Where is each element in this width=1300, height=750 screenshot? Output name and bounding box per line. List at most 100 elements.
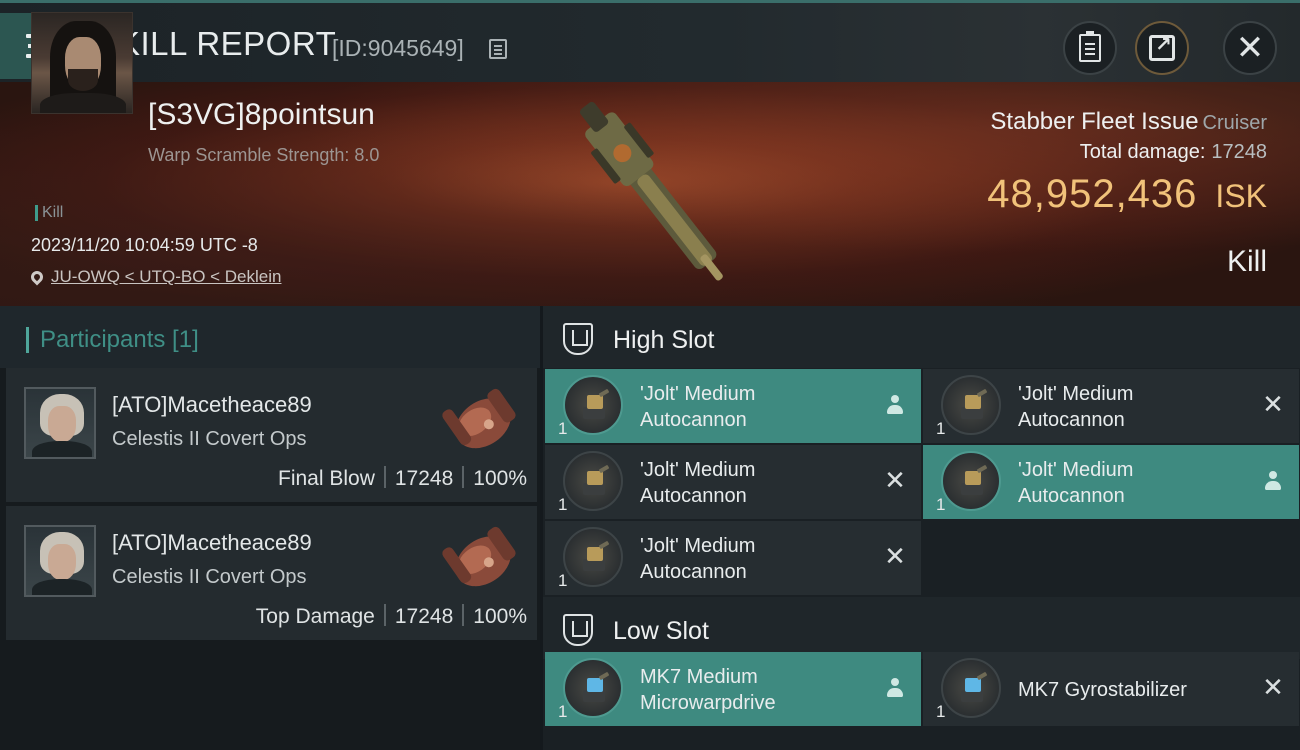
copy-icon[interactable] <box>489 39 507 59</box>
module-name-line1: 'Jolt' Medium <box>640 459 756 481</box>
participant-ship: Celestis II Covert Ops <box>112 428 307 450</box>
ship-name[interactable]: Stabber Fleet Issue <box>990 108 1198 135</box>
module-name: 'Jolt' Medium Autocannon <box>1018 457 1248 509</box>
module-name-line1: MK7 Gyrostabilizer <box>1018 679 1187 701</box>
high-slot-icon <box>563 323 593 355</box>
page-title: KILL REPORT <box>118 25 337 62</box>
person-icon <box>886 678 904 698</box>
location-row[interactable]: JU-OWQ < UTQ-BO < Deklein <box>28 267 281 287</box>
low-slot-header: Low Slot <box>543 597 1300 659</box>
module-icon <box>563 375 623 435</box>
module-name-line2: Autocannon <box>1018 485 1125 507</box>
fitting-panel: High Slot 1 'Jolt' Medium Autocannon 1 'Jol… <box>543 306 1300 750</box>
module-quantity: 1 <box>936 495 946 514</box>
participant-percent: 100% <box>473 605 527 628</box>
participant-role: Top Damage <box>255 605 375 628</box>
participants-title[interactable]: Participants [1] <box>26 327 199 353</box>
isk-unit: ISK <box>1215 178 1267 214</box>
module-icon <box>941 658 1001 718</box>
ship-name-row[interactable]: Stabber Fleet Issue Cruiser <box>990 108 1267 136</box>
module-status[interactable] <box>883 676 907 700</box>
ship-class: Cruiser <box>1202 112 1267 134</box>
module-name: MK7 Medium Microwarpdrive <box>640 664 870 716</box>
module-status[interactable]: ✕ <box>1261 673 1285 703</box>
module-quantity: 1 <box>936 702 946 721</box>
module-quantity: 1 <box>558 495 568 514</box>
module-name: MK7 Gyrostabilizer <box>1018 677 1248 703</box>
participants-header: Participants [1] <box>0 306 540 368</box>
victim-name[interactable]: [S3VG]8pointsun <box>148 98 375 132</box>
module-slot[interactable]: 1 MK7 Gyrostabilizer ✕ <box>923 652 1299 726</box>
module-icon <box>563 451 623 511</box>
module-slot[interactable]: 1 'Jolt' Medium Autocannon <box>923 445 1299 519</box>
participant-damage: 17248 <box>394 605 454 628</box>
participant-ship-image <box>442 526 516 587</box>
location-link[interactable]: JU-OWQ < UTQ-BO < Deklein <box>51 267 281 287</box>
close-button[interactable]: ✕ <box>1223 21 1277 75</box>
total-damage-label: Total damage: <box>1079 141 1206 163</box>
participant-row[interactable]: [ATO]Macetheace89 Celestis II Covert Ops… <box>6 368 537 502</box>
module-name-line1: MK7 Medium <box>640 666 758 688</box>
participant-portrait[interactable] <box>24 525 96 597</box>
module-icon <box>941 375 1001 435</box>
close-icon: ✕ <box>1262 390 1284 420</box>
clipboard-icon <box>1079 31 1101 62</box>
isk-row: 48,952,436 ISK <box>987 172 1267 217</box>
module-name-line1: 'Jolt' Medium <box>640 383 756 405</box>
victim-ship-image <box>579 101 723 281</box>
module-icon <box>563 527 623 587</box>
location-pin-icon <box>28 268 46 286</box>
module-quantity: 1 <box>558 702 568 721</box>
high-slot-header: High Slot <box>543 306 1300 368</box>
module-slot[interactable]: 1 'Jolt' Medium Autocannon ✕ <box>923 369 1299 443</box>
module-quantity: 1 <box>558 571 568 590</box>
participants-panel: Participants [1] [ATO]Macetheace89 Celes… <box>0 306 540 750</box>
share-button[interactable] <box>1135 21 1189 75</box>
kill-timestamp: 2023/11/20 10:04:59 UTC -8 <box>31 235 258 255</box>
low-slot-icon <box>563 614 593 646</box>
module-name-line1: 'Jolt' Medium <box>640 535 756 557</box>
person-icon <box>1264 471 1282 491</box>
participant-role: Final Blow <box>278 467 375 490</box>
module-slot[interactable]: 1 'Jolt' Medium Autocannon <box>545 369 921 443</box>
module-name: 'Jolt' Medium Autocannon <box>640 533 870 585</box>
module-status[interactable]: ✕ <box>883 468 907 494</box>
participant-name: [ATO]Macetheace89 <box>112 530 312 555</box>
module-icon <box>941 451 1001 511</box>
module-status[interactable]: ✕ <box>883 544 907 570</box>
module-status[interactable]: ✕ <box>1261 390 1285 420</box>
close-icon: ✕ <box>1235 28 1265 68</box>
kill-tag: Kill <box>35 205 63 221</box>
participant-stats: Top Damage 17248 100% <box>256 604 527 629</box>
share-icon <box>1149 32 1175 61</box>
module-icon <box>563 658 623 718</box>
participant-row[interactable]: [ATO]Macetheace89 Celestis II Covert Ops… <box>6 506 537 640</box>
module-name-line2: Autocannon <box>1018 409 1125 431</box>
module-quantity: 1 <box>936 419 946 438</box>
result-label: Kill <box>1226 245 1267 278</box>
warp-scramble-text: Warp Scramble Strength: 8.0 <box>148 145 380 165</box>
module-status[interactable] <box>883 393 907 417</box>
module-status[interactable] <box>1261 469 1285 493</box>
participant-stats: Final Blow 17248 100% <box>278 466 527 491</box>
module-slot[interactable]: 1 MK7 Medium Microwarpdrive <box>545 652 921 726</box>
isk-value: 48,952,436 <box>987 172 1198 216</box>
participant-percent: 100% <box>473 467 527 490</box>
close-icon: ✕ <box>1262 673 1284 703</box>
module-slot[interactable]: 1 'Jolt' Medium Autocannon ✕ <box>545 521 921 595</box>
participant-portrait[interactable] <box>24 387 96 459</box>
module-name-line2: Autocannon <box>640 409 747 431</box>
participant-ship-image <box>442 388 516 449</box>
low-slot-title: Low Slot <box>613 617 709 645</box>
high-slot-title: High Slot <box>613 326 715 354</box>
clipboard-button[interactable] <box>1063 21 1117 75</box>
module-name-line1: 'Jolt' Medium <box>1018 383 1134 405</box>
total-damage-row: Total damage: 17248 <box>1080 141 1267 164</box>
victim-portrait[interactable] <box>31 12 133 114</box>
top-bar: KILL REPORT [ID:9045649] ✕ <box>0 0 1300 82</box>
module-quantity: 1 <box>558 419 568 438</box>
module-slot[interactable]: 1 'Jolt' Medium Autocannon ✕ <box>545 445 921 519</box>
person-icon <box>886 395 904 415</box>
module-name-line2: Autocannon <box>640 561 747 583</box>
participant-damage: 17248 <box>394 467 454 490</box>
